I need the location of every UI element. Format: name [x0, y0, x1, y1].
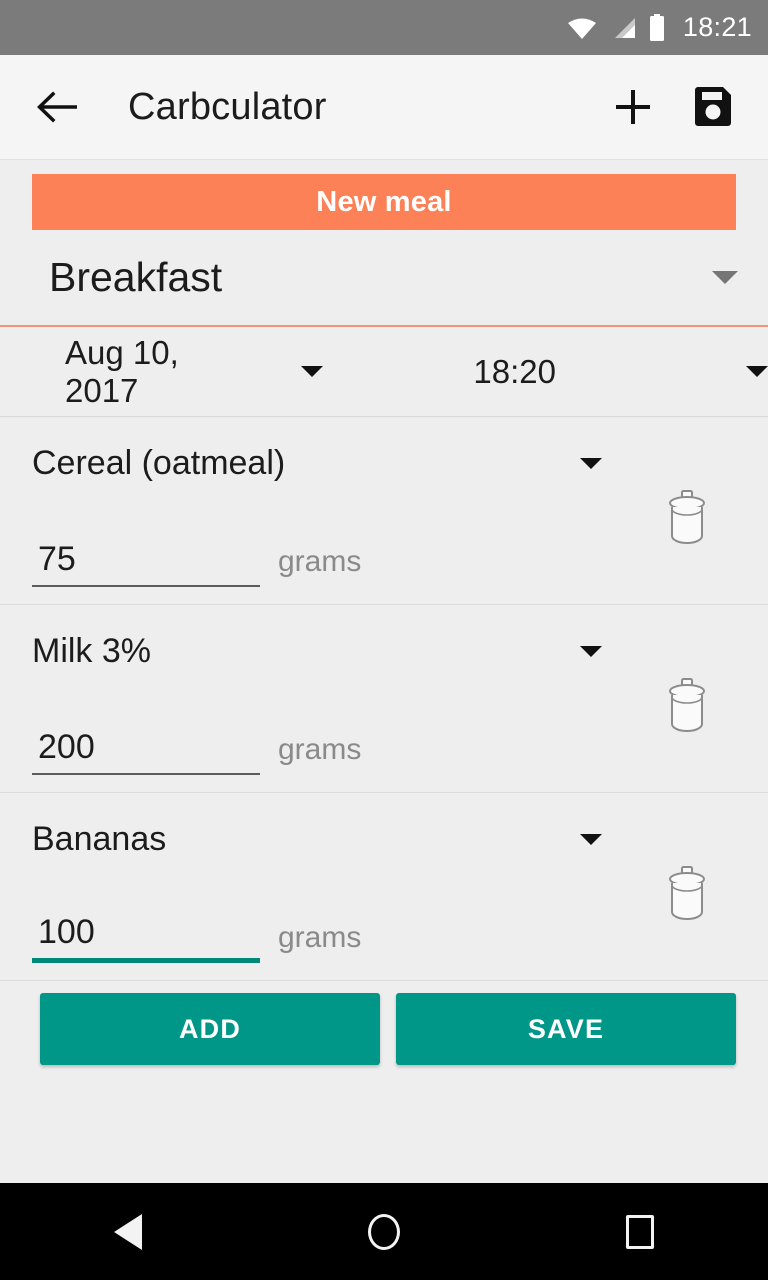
chevron-down-icon [580, 457, 602, 469]
time-value: 18:20 [473, 352, 556, 390]
meal-type-value: Breakfast [49, 254, 223, 300]
date-value: Aug 10, 2017 [65, 333, 179, 409]
app-bar: Carbculator [0, 55, 768, 160]
food-row: Milk 3% grams [0, 605, 768, 793]
chevron-down-icon [712, 271, 738, 284]
back-arrow-icon[interactable] [34, 83, 82, 131]
nav-back-icon [114, 1213, 142, 1250]
food-name-value: Bananas [32, 819, 167, 858]
time-picker[interactable]: 18:20 [473, 353, 768, 391]
food-quantity-row: grams [32, 697, 738, 775]
floppy-disk-save-icon [692, 84, 734, 131]
nav-back-button[interactable] [68, 1183, 188, 1280]
android-navigation-bar [0, 1183, 768, 1280]
food-quantity-field [32, 913, 260, 963]
add-food-button[interactable] [604, 78, 662, 136]
nav-recents-icon [626, 1214, 654, 1249]
quantity-input[interactable] [32, 913, 260, 958]
trash-can-icon [664, 678, 710, 739]
plus-icon [616, 90, 650, 124]
new-meal-banner-wrap: New meal [0, 160, 768, 230]
delete-food-button[interactable] [664, 865, 710, 923]
quantity-input-underline [32, 585, 260, 587]
delete-food-button[interactable] [664, 677, 710, 735]
meal-type-dropdown[interactable]: Breakfast [0, 230, 768, 327]
datetime-row: Aug 10, 2017 18:20 [0, 327, 768, 417]
date-picker[interactable]: Aug 10, 2017 [65, 333, 324, 410]
nav-home-button[interactable] [324, 1183, 444, 1280]
quantity-input-underline [32, 958, 260, 963]
cellular-signal-icon [609, 16, 637, 40]
delete-food-button[interactable] [664, 489, 710, 547]
new-meal-banner[interactable]: New meal [32, 174, 736, 230]
status-bar-clock: 18:21 [682, 12, 752, 42]
quantity-input[interactable] [32, 540, 260, 585]
food-row: Bananas grams [0, 793, 768, 981]
chevron-down-icon [301, 366, 324, 377]
battery-icon [649, 13, 665, 42]
food-name-dropdown[interactable]: Milk 3% [32, 605, 602, 697]
add-button[interactable]: ADD [40, 993, 380, 1065]
page-title: Carbculator [128, 85, 327, 128]
food-quantity-row: grams [32, 885, 738, 963]
nav-recents-button[interactable] [580, 1183, 700, 1280]
meal-editor-content: New meal Breakfast Aug 10, 2017 18:20 Ce… [0, 160, 768, 1183]
food-name-value: Cereal (oatmeal) [32, 443, 286, 482]
food-name-value: Milk 3% [32, 631, 152, 670]
quantity-input-underline [32, 773, 260, 775]
food-name-dropdown[interactable]: Cereal (oatmeal) [32, 417, 602, 509]
quantity-input[interactable] [32, 728, 260, 773]
status-bar: 18:21 [0, 0, 768, 55]
food-quantity-field [32, 728, 260, 775]
food-row: Cereal (oatmeal) grams [0, 417, 768, 605]
save-meal-button[interactable] [684, 78, 742, 136]
new-meal-banner-label: New meal [316, 185, 452, 218]
wifi-icon [567, 16, 597, 40]
status-icons: 18:21 [567, 12, 752, 42]
chevron-down-icon [746, 366, 768, 377]
quantity-unit-label: grams [278, 733, 362, 766]
save-button[interactable]: SAVE [396, 993, 736, 1065]
trash-can-icon [664, 490, 710, 551]
quantity-unit-label: grams [278, 921, 362, 954]
food-quantity-field [32, 540, 260, 587]
nav-home-icon [368, 1213, 400, 1250]
chevron-down-icon [580, 645, 602, 657]
chevron-down-icon [580, 833, 602, 845]
action-buttons-row: ADD SAVE [0, 981, 768, 1065]
food-quantity-row: grams [32, 509, 738, 587]
app-screen: 18:21 Carbculator New meal Breakfast Aug… [0, 0, 768, 1280]
trash-can-icon [664, 866, 710, 927]
quantity-unit-label: grams [278, 545, 362, 578]
food-name-dropdown[interactable]: Bananas [32, 793, 602, 885]
